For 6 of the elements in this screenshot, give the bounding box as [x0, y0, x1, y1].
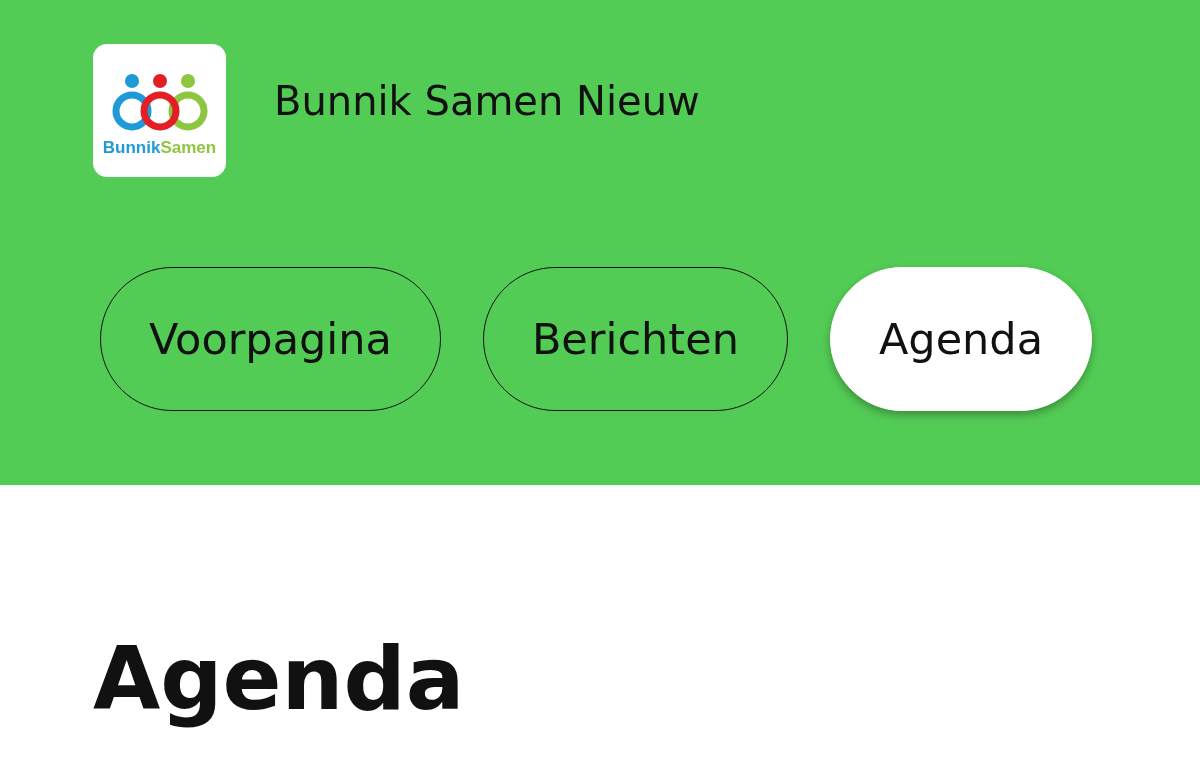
nav-tab[interactable]: Voorpagina	[100, 267, 441, 411]
page-title: Agenda	[93, 627, 466, 732]
logo-word: Bunnik	[102, 137, 161, 158]
nav-tab[interactable]: Agenda	[829, 267, 1092, 411]
logo-word: Samen	[160, 137, 217, 158]
site-title[interactable]: Bunnik Samen Nieuw	[274, 77, 700, 124]
